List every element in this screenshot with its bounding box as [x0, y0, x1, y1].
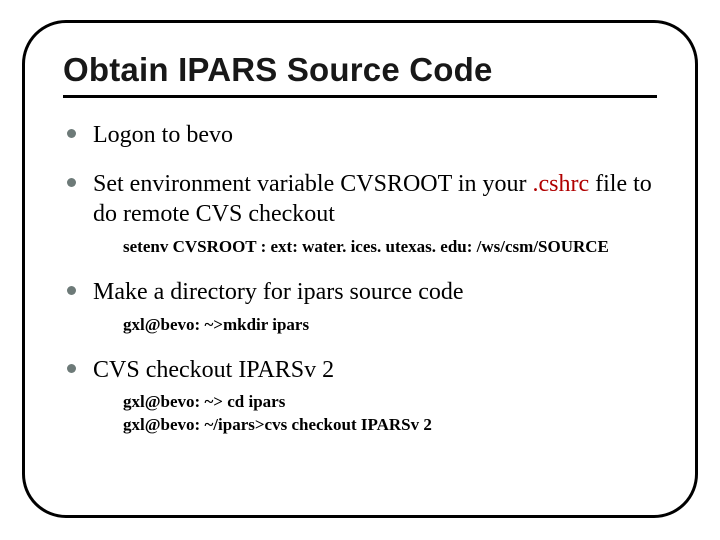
bullet-list: Logon to bevo Set environment variable C…: [63, 120, 657, 437]
bullet-highlight: .cshrc: [533, 171, 590, 197]
command-block: gxl@bevo: ~> cd iparsgxl@bevo: ~/ipars>c…: [93, 391, 657, 437]
bullet-item: Set environment variable CVSROOT in your…: [63, 169, 657, 259]
bullet-text: Make a directory for ipars source code: [93, 277, 657, 308]
bullet-text: Set environment variable CVSROOT in your…: [93, 169, 657, 230]
bullet-pre: Set environment variable CVSROOT in your: [93, 171, 533, 197]
bullet-text: Logon to bevo: [93, 120, 657, 151]
command-line: setenv CVSROOT : ext: water. ices. utexa…: [93, 236, 657, 259]
bullet-item: CVS checkout IPARSv 2 gxl@bevo: ~> cd ip…: [63, 355, 657, 438]
bullet-item: Make a directory for ipars source code g…: [63, 277, 657, 337]
slide-title: Obtain IPARS Source Code: [63, 51, 657, 98]
command-line: gxl@bevo: ~>mkdir ipars: [93, 314, 657, 337]
slide-frame: Obtain IPARS Source Code Logon to bevo S…: [22, 20, 698, 518]
bullet-text: CVS checkout IPARSv 2: [93, 355, 657, 386]
bullet-item: Logon to bevo: [63, 120, 657, 151]
slide: Obtain IPARS Source Code Logon to bevo S…: [0, 0, 720, 540]
